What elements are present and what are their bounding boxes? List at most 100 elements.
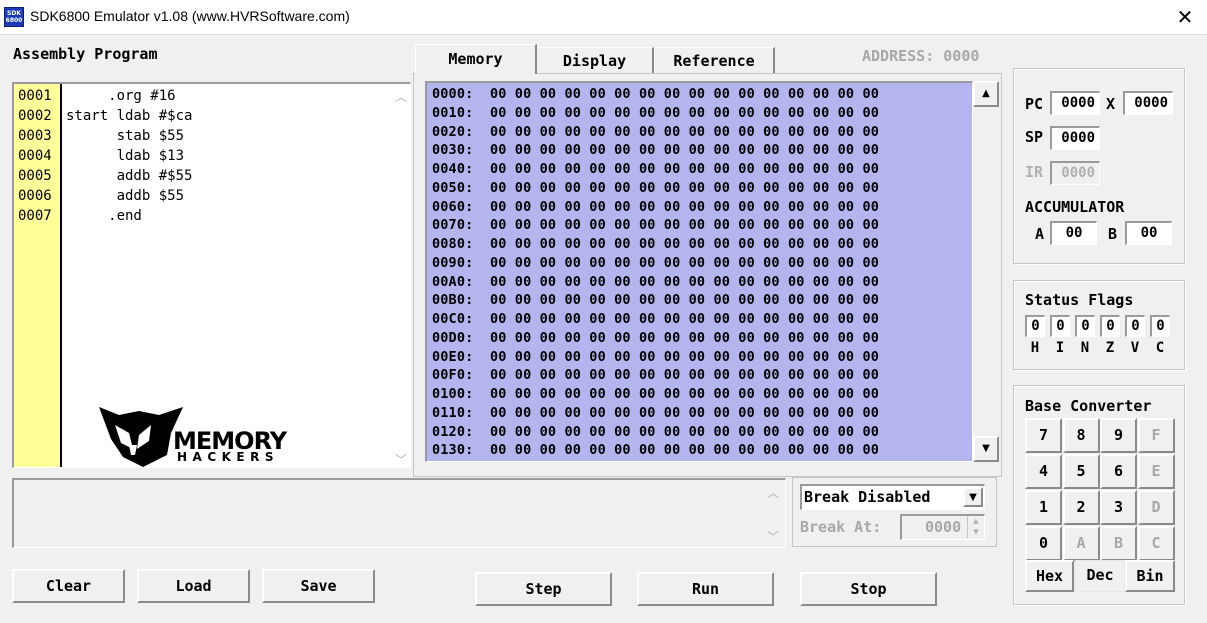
key-3-button[interactable]: 3 xyxy=(1100,490,1137,525)
key-8-button[interactable]: 8 xyxy=(1062,418,1100,453)
memory-bytes[interactable]: 00 00 00 00 00 00 00 00 00 00 00 00 00 0… xyxy=(490,255,879,271)
memory-scroll-up-icon[interactable]: ▲ xyxy=(973,81,999,107)
memory-bytes[interactable]: 00 00 00 00 00 00 00 00 00 00 00 00 00 0… xyxy=(490,236,879,252)
spin-down-icon[interactable]: ▼ xyxy=(969,527,983,537)
memory-row[interactable]: 00F0: 00 00 00 00 00 00 00 00 00 00 00 0… xyxy=(432,367,879,383)
acc-a-field[interactable]: 00 xyxy=(1050,221,1097,245)
save-button[interactable]: Save xyxy=(262,569,375,603)
memory-row[interactable]: 0050: 00 00 00 00 00 00 00 00 00 00 00 0… xyxy=(432,180,879,196)
dec-mode-button[interactable]: Dec xyxy=(1075,560,1125,592)
memory-bytes[interactable]: 00 00 00 00 00 00 00 00 00 00 00 00 00 0… xyxy=(490,367,879,383)
code-line[interactable]: stab $55 xyxy=(66,128,184,144)
memory-row[interactable]: 0070: 00 00 00 00 00 00 00 00 00 00 00 0… xyxy=(432,217,879,233)
pc-field[interactable]: 0000 xyxy=(1050,91,1100,115)
acc-b-label: B xyxy=(1108,225,1118,243)
memory-row[interactable]: 0020: 00 00 00 00 00 00 00 00 00 00 00 0… xyxy=(432,124,879,140)
key-4-button[interactable]: 4 xyxy=(1025,454,1062,489)
memory-bytes[interactable]: 00 00 00 00 00 00 00 00 00 00 00 00 00 0… xyxy=(490,330,879,346)
memory-bytes[interactable]: 00 00 00 00 00 00 00 00 00 00 00 00 00 0… xyxy=(490,405,879,421)
memory-row[interactable]: 0000: 00 00 00 00 00 00 00 00 00 00 00 0… xyxy=(432,86,879,102)
memory-bytes[interactable]: 00 00 00 00 00 00 00 00 00 00 00 00 00 0… xyxy=(490,180,879,196)
break-at-spinner[interactable]: ▲ ▼ xyxy=(967,516,984,538)
code-line[interactable]: .end xyxy=(66,208,142,224)
memory-row[interactable]: 0110: 00 00 00 00 00 00 00 00 00 00 00 0… xyxy=(432,405,879,421)
key-a-button: A xyxy=(1062,526,1100,561)
memory-address: 0070 xyxy=(432,217,466,234)
clear-button[interactable]: Clear xyxy=(12,569,125,603)
memory-bytes[interactable]: 00 00 00 00 00 00 00 00 00 00 00 00 00 0… xyxy=(490,105,879,121)
line-number: 0004 xyxy=(18,148,52,164)
memory-bytes[interactable]: 00 00 00 00 00 00 00 00 00 00 00 00 00 0… xyxy=(490,161,879,177)
memory-bytes[interactable]: 00 00 00 00 00 00 00 00 00 00 00 00 00 0… xyxy=(490,217,879,233)
key-9-button[interactable]: 9 xyxy=(1100,418,1137,453)
memory-bytes[interactable]: 00 00 00 00 00 00 00 00 00 00 00 00 00 0… xyxy=(490,349,879,365)
memory-row[interactable]: 00D0: 00 00 00 00 00 00 00 00 00 00 00 0… xyxy=(432,330,879,346)
close-icon[interactable]: ✕ xyxy=(1166,2,1204,32)
code-line[interactable]: ldab $13 xyxy=(66,148,184,164)
message-scroll-down-icon[interactable]: ﹀ xyxy=(766,528,780,544)
memory-row[interactable]: 0030: 00 00 00 00 00 00 00 00 00 00 00 0… xyxy=(432,142,879,158)
memory-address: 0100 xyxy=(432,386,466,402)
run-button[interactable]: Run xyxy=(637,572,774,606)
memory-bytes[interactable]: 00 00 00 00 00 00 00 00 00 00 00 00 00 0… xyxy=(490,424,879,440)
spin-up-icon[interactable]: ▲ xyxy=(969,516,983,526)
memory-bytes[interactable]: 00 00 00 00 00 00 00 00 00 00 00 00 00 0… xyxy=(490,142,879,158)
memory-row[interactable]: 00C0: 00 00 00 00 00 00 00 00 00 00 00 0… xyxy=(432,311,879,327)
stop-button[interactable]: Stop xyxy=(800,572,937,606)
message-output-area[interactable] xyxy=(12,478,786,548)
code-line[interactable]: start ldab #$ca xyxy=(66,108,192,124)
key-1-button[interactable]: 1 xyxy=(1025,490,1062,525)
memory-bytes[interactable]: 00 00 00 00 00 00 00 00 00 00 00 00 00 0… xyxy=(490,292,879,308)
message-scroll-up-icon[interactable]: ︿ xyxy=(766,484,780,500)
break-at-value: 0000 xyxy=(925,518,962,536)
address-separator: : xyxy=(465,104,490,121)
memory-bytes[interactable]: 00 00 00 00 00 00 00 00 00 00 00 00 00 0… xyxy=(490,274,879,290)
memory-row[interactable]: 0100: 00 00 00 00 00 00 00 00 00 00 00 0… xyxy=(432,386,879,402)
editor-scroll-up-icon[interactable]: ︿ xyxy=(394,88,408,104)
memory-row[interactable]: 0130: 00 00 00 00 00 00 00 00 00 00 00 0… xyxy=(432,442,879,458)
memory-scroll-down-icon[interactable]: ▼ xyxy=(973,436,999,462)
tab-display[interactable]: Display xyxy=(536,47,654,74)
memory-scrollbar[interactable]: ▲ ▼ xyxy=(973,81,1000,462)
hex-mode-button[interactable]: Hex xyxy=(1025,560,1074,592)
line-number: 0006 xyxy=(18,188,52,204)
flag-name-c: C xyxy=(1155,340,1165,356)
load-button[interactable]: Load xyxy=(137,569,250,603)
x-field[interactable]: 0000 xyxy=(1123,91,1173,115)
memory-row[interactable]: 0120: 00 00 00 00 00 00 00 00 00 00 00 0… xyxy=(432,424,879,440)
code-line[interactable]: .org #16 xyxy=(66,88,175,104)
key-c-button: C xyxy=(1137,526,1175,561)
memory-grid[interactable]: 0000: 00 00 00 00 00 00 00 00 00 00 00 0… xyxy=(425,81,973,462)
bin-mode-button[interactable]: Bin xyxy=(1125,560,1175,592)
memory-row[interactable]: 00A0: 00 00 00 00 00 00 00 00 00 00 00 0… xyxy=(432,274,879,290)
editor-scroll-down-icon[interactable]: ﹀ xyxy=(394,451,408,467)
code-line[interactable]: addb $55 xyxy=(66,188,184,204)
memory-bytes[interactable]: 00 00 00 00 00 00 00 00 00 00 00 00 00 0… xyxy=(490,311,879,327)
memory-bytes[interactable]: 00 00 00 00 00 00 00 00 00 00 00 00 00 0… xyxy=(490,199,879,215)
key-5-button[interactable]: 5 xyxy=(1062,454,1100,489)
key-2-button[interactable]: 2 xyxy=(1062,490,1100,525)
step-button[interactable]: Step xyxy=(475,572,612,606)
sp-field[interactable]: 0000 xyxy=(1050,126,1100,150)
memory-row[interactable]: 0060: 00 00 00 00 00 00 00 00 00 00 00 0… xyxy=(432,199,879,215)
code-line[interactable]: addb #$55 xyxy=(66,168,193,184)
memory-row[interactable]: 0080: 00 00 00 00 00 00 00 00 00 00 00 0… xyxy=(432,236,879,252)
memory-row[interactable]: 0090: 00 00 00 00 00 00 00 00 00 00 00 0… xyxy=(432,255,879,271)
memory-bytes[interactable]: 00 00 00 00 00 00 00 00 00 00 00 00 00 0… xyxy=(490,124,879,140)
base-converter-title: Base Converter xyxy=(1025,397,1152,415)
chevron-down-icon[interactable]: ▼ xyxy=(963,487,983,507)
memory-row[interactable]: 0040: 00 00 00 00 00 00 00 00 00 00 00 0… xyxy=(432,161,879,177)
memory-bytes[interactable]: 00 00 00 00 00 00 00 00 00 00 00 00 00 0… xyxy=(490,442,879,458)
tab-memory[interactable]: Memory xyxy=(415,44,537,74)
line-number: 0007 xyxy=(18,208,52,224)
acc-b-field[interactable]: 00 xyxy=(1125,221,1172,245)
memory-row[interactable]: 00B0: 00 00 00 00 00 00 00 00 00 00 00 0… xyxy=(432,292,879,308)
key-6-button[interactable]: 6 xyxy=(1100,454,1137,489)
memory-bytes[interactable]: 00 00 00 00 00 00 00 00 00 00 00 00 00 0… xyxy=(490,86,879,102)
memory-row[interactable]: 0010: 00 00 00 00 00 00 00 00 00 00 00 0… xyxy=(432,105,879,121)
memory-row[interactable]: 00E0: 00 00 00 00 00 00 00 00 00 00 00 0… xyxy=(432,349,879,365)
memory-bytes[interactable]: 00 00 00 00 00 00 00 00 00 00 00 00 00 0… xyxy=(490,386,879,402)
key-7-button[interactable]: 7 xyxy=(1025,418,1062,453)
tab-reference[interactable]: Reference xyxy=(654,47,775,74)
key-0-button[interactable]: 0 xyxy=(1025,526,1062,561)
